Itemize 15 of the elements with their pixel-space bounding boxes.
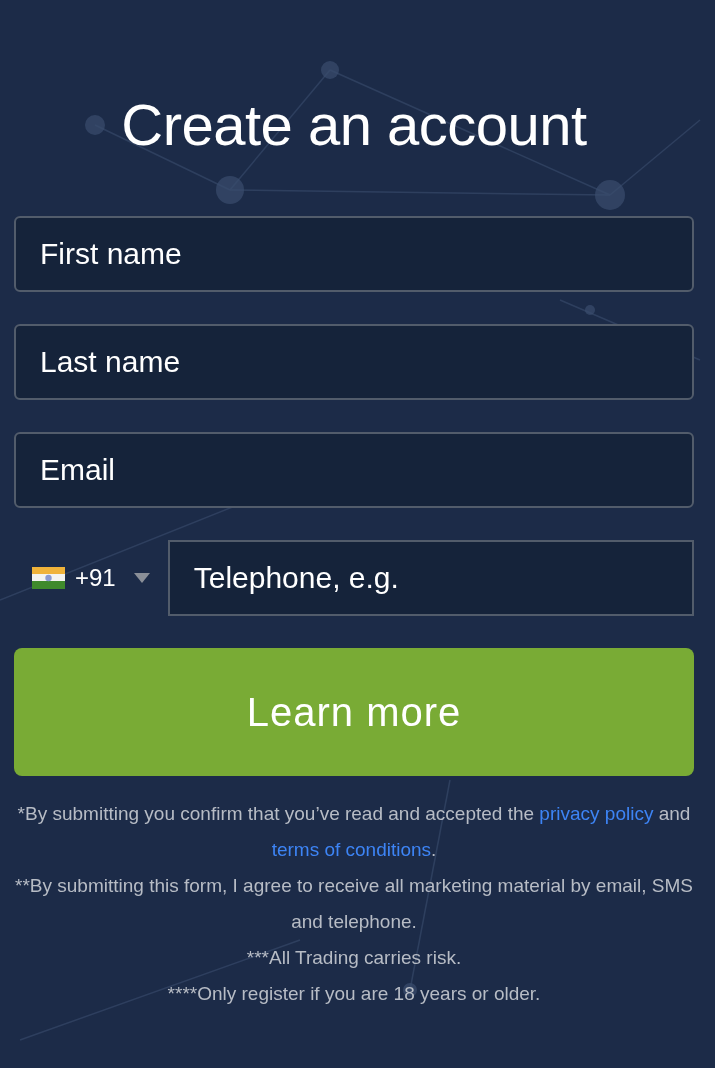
flag-icon [32, 567, 65, 589]
country-code-select[interactable]: +91 [14, 540, 158, 616]
input-field[interactable]: Email [14, 432, 694, 508]
caret-icon [133, 573, 150, 583]
disclaimer-text: *By submitting you confirm that you’ve read and accepted the privacy policy and terms of conditions. [16, 802, 692, 862]
link[interactable]: terms of conditions [271, 839, 432, 860]
disclaimer-text: ****Only register if you are 18 years or older. [166, 982, 542, 1006]
link[interactable]: privacy policy [539, 803, 654, 824]
disclaimer-text: **By submitting this form, I agree to receive all marketing material by email, SMS and telephone. [14, 874, 694, 934]
input-field[interactable]: First name [14, 216, 694, 292]
input-field[interactable]: Last name [14, 324, 694, 400]
phone-field[interactable]: Telephone, e.g. [167, 540, 694, 616]
disclaimer-text: ***All Trading carries risk. [245, 946, 463, 970]
submit-button[interactable]: Learn more [14, 648, 694, 776]
page-title: Create an account [120, 91, 588, 159]
